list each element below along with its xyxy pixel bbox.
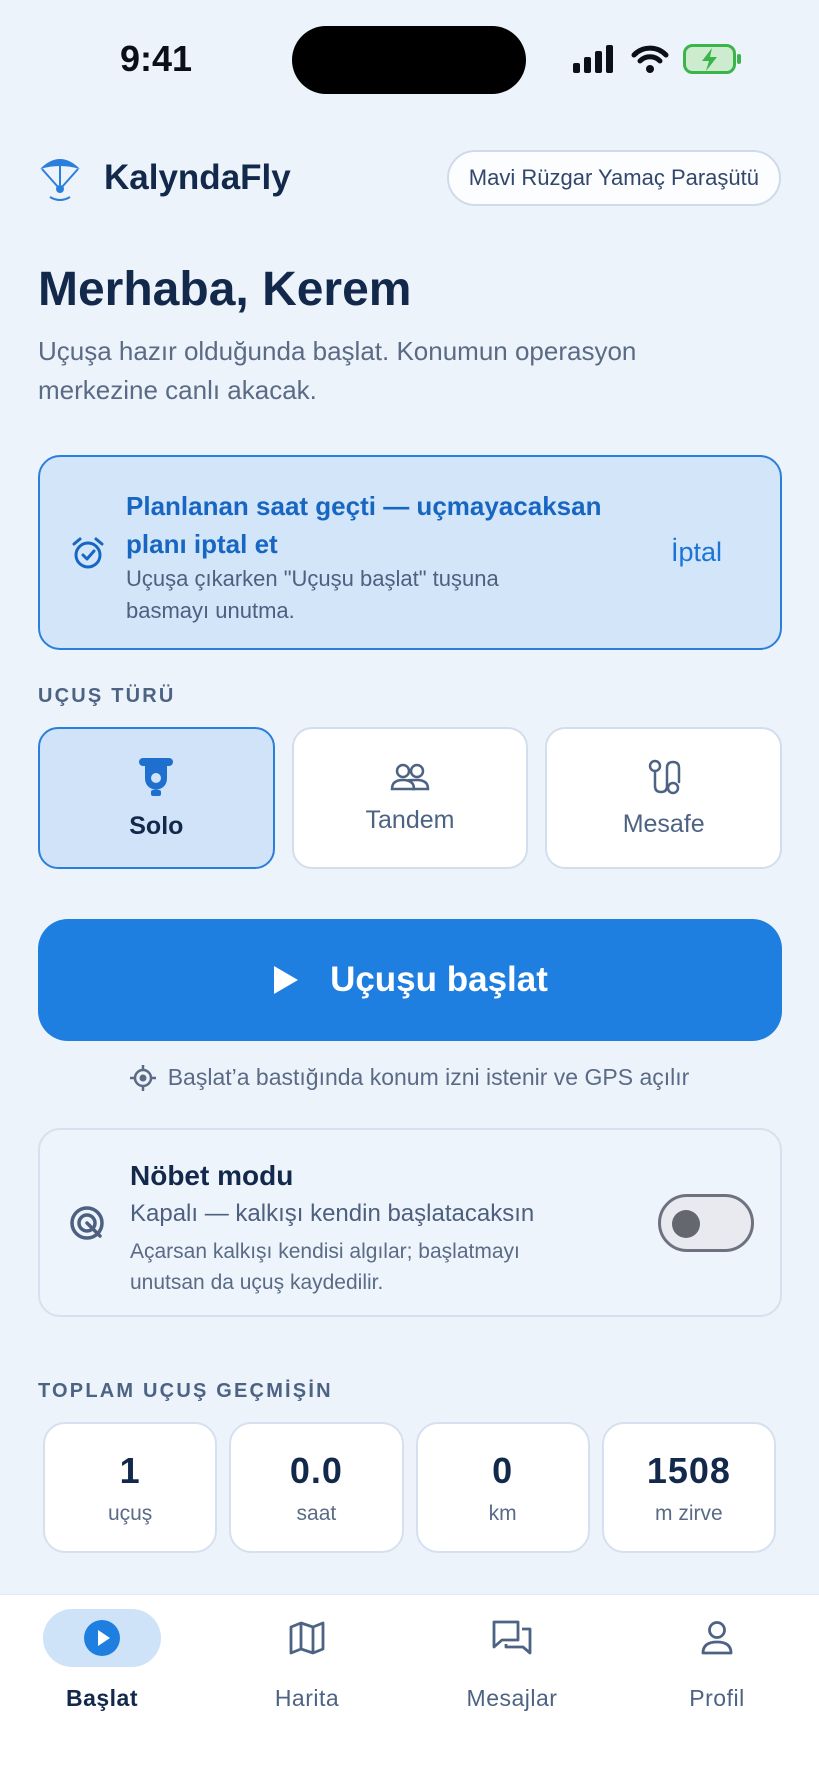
map-icon [289,1621,325,1655]
battery-icon [683,44,741,74]
tab-map-label: Harita [274,1685,340,1711]
messages-icon [492,1620,532,1655]
two-people-icon [390,763,430,790]
stat-distance: 0 km [415,1422,590,1553]
status-time: 9:41 [120,38,193,79]
play-circle-icon [84,1620,120,1656]
stat-value: 1 [119,1449,141,1491]
flight-type-distance[interactable]: Mesafe [545,727,783,869]
profile-icon [701,1621,733,1655]
tab-start[interactable]: Başlat [22,1609,182,1712]
flight-type-solo[interactable]: Solo [38,727,275,869]
tab-profile[interactable]: Profil [637,1609,797,1712]
brand: KalyndaFly [38,153,291,203]
flight-type-distance-label: Mesafe [622,809,705,838]
stat-flights: 1 uçuş [43,1422,218,1553]
schedule-alert: Planlanan saat geçti — uçmayacaksan plan… [38,455,782,650]
location-target-icon [129,1064,156,1091]
guard-mode-card: Nöbet modu Kapalı — kalkışı kendin başla… [38,1128,782,1317]
alert-title: Planlanan saat geçti — uçmayacaksan plan… [126,491,602,559]
flight-type-label: UÇUŞ TÜRÜ [38,685,176,707]
flight-type-tandem[interactable]: Tandem [291,727,529,869]
radar-target-icon [70,1206,104,1240]
status-bar: 9:41 [0,0,819,120]
bottom-tab-bar: Başlat Harita Mesajlar Profil [0,1594,819,1780]
dynamic-island [292,26,526,94]
stat-value: 0 [492,1449,514,1491]
gps-hint-text: Başlat’a bastığında konum izni istenir v… [167,1064,690,1090]
guard-mode-toggle[interactable] [658,1194,754,1252]
flight-type-selector: Solo Tandem Mesafe [38,727,783,869]
app-header: KalyndaFly Mavi Rüzgar Yamaç Paraşütü [38,148,781,208]
stat-hours: 0.0 saat [229,1422,404,1553]
paraglider-logo-icon [40,159,80,201]
alarm-clock-icon [72,537,104,569]
toggle-knob [672,1210,700,1238]
wifi-icon [631,45,669,73]
route-icon [648,759,680,794]
greeting-title: Merhaba, Kerem [38,263,412,316]
signal-icon [573,45,613,73]
tab-profile-label: Profil [689,1685,745,1711]
flight-type-solo-label: Solo [129,811,184,840]
alert-body: Uçuşa çıkarken "Uçuşu başlat" tuşuna bas… [126,566,499,623]
tab-start-label: Başlat [65,1685,139,1711]
app-name: KalyndaFly [104,158,291,197]
stat-unit: km [488,1501,517,1525]
paraglider-harness-icon [139,757,174,796]
play-icon [274,966,299,994]
tab-map[interactable]: Harita [227,1609,387,1712]
guard-mode-description: Açarsan kalkışı kendisi algılar; başlatm… [130,1240,520,1294]
start-flight-label: Uçuşu başlat [330,960,548,999]
status-icons [573,44,743,74]
tab-messages-label: Mesajlar [466,1685,558,1711]
start-flight-button[interactable]: Uçuşu başlat [38,919,782,1041]
cancel-plan-button[interactable]: İptal [671,537,722,568]
stat-unit: saat [296,1501,337,1525]
tab-messages[interactable]: Mesajlar [432,1609,592,1712]
guard-mode-title: Nöbet modu [130,1160,294,1191]
club-selector[interactable]: Mavi Rüzgar Yamaç Paraşütü [446,150,781,206]
gps-hint: Başlat’a bastığında konum izni istenir v… [0,1064,819,1091]
greeting-subtitle: Uçuşa hazır olduğunda başlat. Konumun op… [38,336,637,405]
flight-stats: 1 uçuş 0.0 saat 0 km 1508 m zirve [43,1422,776,1553]
stat-unit: uçuş [107,1501,153,1525]
stat-peak: 1508 m zirve [601,1422,776,1553]
flight-type-tandem-label: Tandem [365,805,455,834]
stats-label: TOPLAM UÇUŞ GEÇMİŞİN [38,1380,333,1402]
stat-value: 0.0 [289,1449,343,1491]
guard-mode-status: Kapalı — kalkışı kendin başlatacaksın [130,1200,535,1227]
stat-value: 1508 [646,1449,731,1491]
stat-unit: m zirve [655,1501,723,1525]
